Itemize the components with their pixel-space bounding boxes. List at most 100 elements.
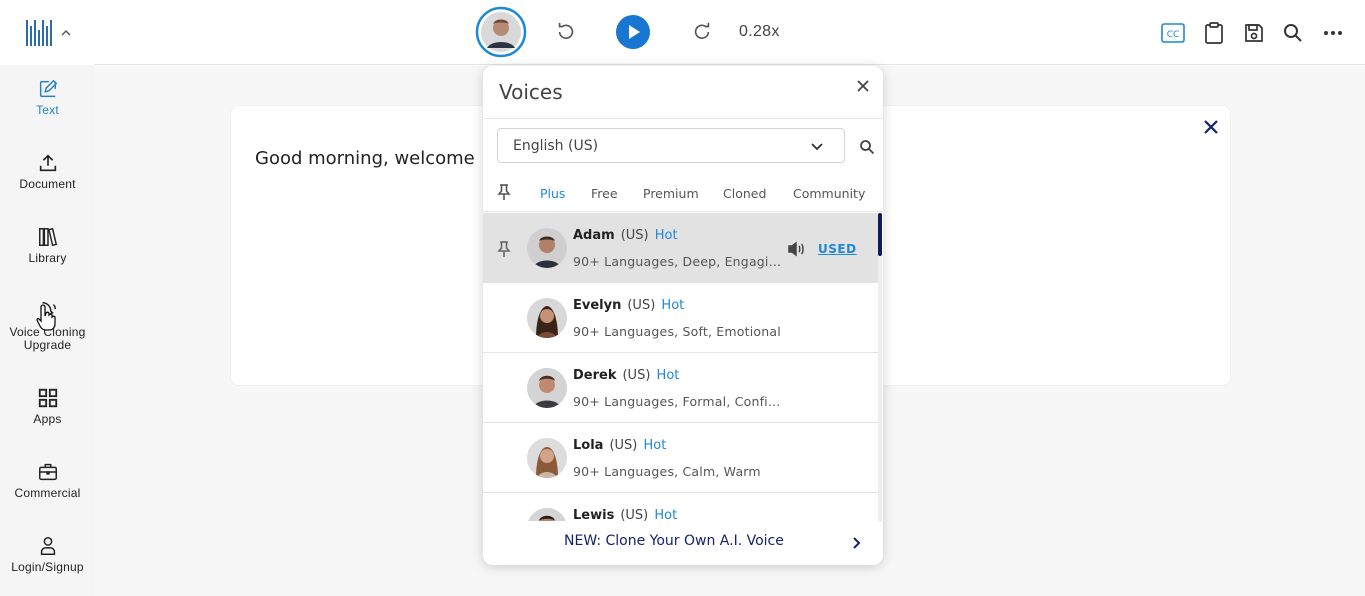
clone-voice-link[interactable]: NEW: Clone Your Own A.I. Voice xyxy=(564,533,784,549)
play-button[interactable] xyxy=(616,15,650,49)
sidebar-item-sublabel: Upgrade xyxy=(23,338,72,352)
upload-icon xyxy=(39,154,56,172)
close-icon xyxy=(857,80,869,92)
preview-voice-button[interactable] xyxy=(787,241,805,262)
hot-badge: Hot xyxy=(656,368,680,383)
more-horizontal-icon xyxy=(1324,31,1342,35)
sidebar-item-apps[interactable]: Apps xyxy=(0,387,95,426)
voice-list: Adam (US) Hot 90+ Languages, Deep, Engagi… xyxy=(483,213,878,521)
voice-name: Derek xyxy=(573,368,617,383)
voice-description: 90+ Languages, Calm, Warm xyxy=(573,464,761,479)
pin-voice-button[interactable] xyxy=(497,240,511,263)
sidebar-item-label: Library xyxy=(28,251,67,265)
pinned-tab[interactable] xyxy=(497,183,511,206)
voice-region: (US) xyxy=(620,228,649,243)
sidebar-item-library[interactable]: Library xyxy=(0,226,95,265)
voice-region: (US) xyxy=(622,368,651,383)
clipboard-icon xyxy=(1205,22,1223,44)
sidebar-item-label: Apps xyxy=(33,412,62,426)
close-icon xyxy=(1204,120,1218,134)
voice-row-lola[interactable]: Lola (US) Hot 90+ Languages, Calm, Warm xyxy=(483,423,878,493)
save-button[interactable] xyxy=(1242,21,1266,45)
voice-row-adam[interactable]: Adam (US) Hot 90+ Languages, Deep, Engagi… xyxy=(483,213,878,283)
avatar xyxy=(527,228,567,268)
hot-badge: Hot xyxy=(661,298,685,313)
speaker-icon xyxy=(788,241,804,257)
search-icon xyxy=(860,140,875,155)
clone-voice-cta[interactable]: NEW: Clone Your Own A.I. Voice xyxy=(483,521,883,565)
hot-badge: Hot xyxy=(654,508,678,521)
sidebar-item-document[interactable]: Document xyxy=(0,152,95,191)
tab-free[interactable]: Free xyxy=(591,186,618,201)
voice-name-line: Adam (US) Hot xyxy=(573,228,678,243)
sidebar-item-text[interactable]: Text xyxy=(0,78,95,117)
voice-name-line: Derek (US) Hot xyxy=(573,368,679,383)
apps-grid-icon xyxy=(38,388,57,408)
sidebar-item-label: Login/Signup xyxy=(11,560,84,574)
speed-control[interactable]: 0.28x xyxy=(739,20,780,44)
edit-icon xyxy=(39,79,57,98)
forward-button[interactable] xyxy=(687,17,717,47)
editor-text[interactable]: Good morning, welcome xyxy=(255,148,475,169)
library-icon xyxy=(38,227,57,247)
voice-name: Lola xyxy=(573,438,604,453)
voice-description: 90+ Languages, Soft, Emotional xyxy=(573,324,781,339)
voice-region: (US) xyxy=(627,298,656,313)
voice-name-line: Lewis (US) Hot xyxy=(573,508,677,521)
chevron-down-icon xyxy=(811,143,823,151)
voice-avatar-button[interactable] xyxy=(475,6,527,58)
pin-icon xyxy=(497,241,511,257)
hand-cursor-icon xyxy=(36,304,56,331)
briefcase-icon xyxy=(38,463,57,481)
voice-tabs: Plus Free Premium Cloned Community xyxy=(483,174,883,212)
search-icon xyxy=(1284,24,1302,42)
captions-button[interactable]: CC xyxy=(1161,21,1185,45)
hot-badge: Hot xyxy=(643,438,667,453)
used-status-link[interactable]: USED xyxy=(818,242,857,256)
voice-region: (US) xyxy=(620,508,649,521)
hot-badge: Hot xyxy=(654,228,678,243)
voice-row-evelyn[interactable]: Evelyn (US) Hot 90+ Languages, Soft, Emot… xyxy=(483,283,878,353)
scrollbar-thumb[interactable] xyxy=(878,213,882,256)
sidebar-item-login[interactable]: Login/Signup xyxy=(0,535,95,574)
language-value: English (US) xyxy=(513,137,599,154)
sidebar-item-label: Document xyxy=(19,177,76,191)
search-button[interactable] xyxy=(1281,21,1305,45)
captions-icon: CC xyxy=(1161,23,1185,43)
play-icon xyxy=(616,15,650,49)
voice-list-scrollbar[interactable] xyxy=(878,213,882,521)
avatar xyxy=(527,438,567,478)
rewind-button[interactable] xyxy=(551,17,581,47)
tab-plus[interactable]: Plus xyxy=(540,186,565,201)
logo-icon xyxy=(25,19,52,46)
tab-community[interactable]: Community xyxy=(793,186,865,201)
voice-row-derek[interactable]: Derek (US) Hot 90+ Languages, Formal, Con… xyxy=(483,353,878,423)
voice-name: Evelyn xyxy=(573,298,622,313)
editor-close-button[interactable] xyxy=(1202,118,1220,141)
voices-panel: Voices English (US) Plus Free Premium Cl… xyxy=(483,66,883,565)
chevron-up-icon xyxy=(61,29,70,35)
forward-icon xyxy=(694,22,710,40)
speed-value: 0.28x xyxy=(739,23,780,40)
logo-menu[interactable] xyxy=(0,0,95,65)
panel-close-button[interactable] xyxy=(855,78,871,99)
top-toolbar: 0.28x CC xyxy=(95,0,1365,65)
clipboard-button[interactable] xyxy=(1202,21,1226,45)
more-options-button[interactable] xyxy=(1321,21,1345,45)
user-icon xyxy=(40,537,55,555)
save-icon xyxy=(1245,24,1263,42)
voice-avatar-icon xyxy=(475,6,527,58)
voice-description: 90+ Languages, Formal, Confident xyxy=(573,394,785,409)
tab-cloned[interactable]: Cloned xyxy=(723,186,766,201)
language-select[interactable]: English (US) xyxy=(497,128,845,163)
sidebar-item-label: Commercial xyxy=(14,486,81,500)
tab-premium[interactable]: Premium xyxy=(643,186,699,201)
voice-row-lewis[interactable]: Lewis (US) Hot xyxy=(483,493,878,521)
voice-search-button[interactable] xyxy=(859,139,875,160)
voice-name: Adam xyxy=(573,228,615,243)
divider xyxy=(483,118,883,119)
panel-title: Voices xyxy=(499,80,563,104)
sidebar-item-commercial[interactable]: Commercial xyxy=(0,461,95,500)
avatar xyxy=(527,298,567,338)
voice-name-line: Evelyn (US) Hot xyxy=(573,298,684,313)
